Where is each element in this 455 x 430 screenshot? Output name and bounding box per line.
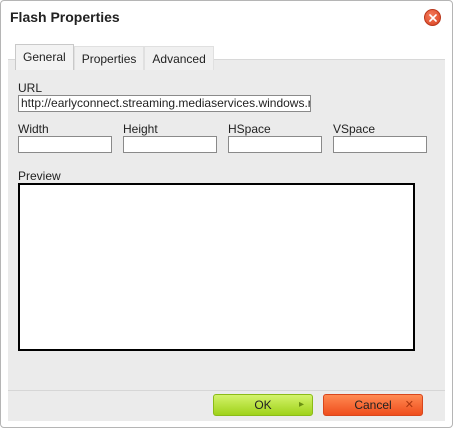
tab-strip: General Properties Advanced (15, 44, 214, 70)
vspace-label: VSpace (333, 122, 376, 136)
preview-area (18, 183, 415, 351)
preview-label: Preview (18, 169, 61, 183)
tab-properties[interactable]: Properties (73, 46, 145, 70)
url-input[interactable]: http://earlyconnect.streaming.mediaservi… (18, 95, 311, 112)
hspace-input[interactable] (228, 136, 322, 153)
ok-button[interactable]: OK ▸ (213, 394, 313, 416)
tab-general[interactable]: General (15, 44, 74, 70)
cancel-button-label: Cancel (354, 398, 392, 412)
url-label: URL (18, 81, 43, 95)
height-input[interactable] (123, 136, 217, 153)
tab-advanced[interactable]: Advanced (144, 46, 214, 70)
x-icon: ✕ (404, 399, 414, 411)
ok-button-label: OK (254, 398, 272, 412)
hspace-label: HSpace (228, 122, 271, 136)
vspace-input[interactable] (333, 136, 427, 153)
height-label: Height (123, 122, 158, 136)
triangle-right-icon: ▸ (298, 399, 304, 410)
cancel-button[interactable]: Cancel ✕ (323, 394, 423, 416)
width-label: Width (18, 122, 49, 136)
close-button[interactable] (424, 9, 441, 26)
width-input[interactable] (18, 136, 112, 153)
dialog-titlebar[interactable]: Flash Properties (1, 1, 452, 35)
dialog-title: Flash Properties (10, 9, 120, 25)
close-icon (428, 13, 437, 22)
